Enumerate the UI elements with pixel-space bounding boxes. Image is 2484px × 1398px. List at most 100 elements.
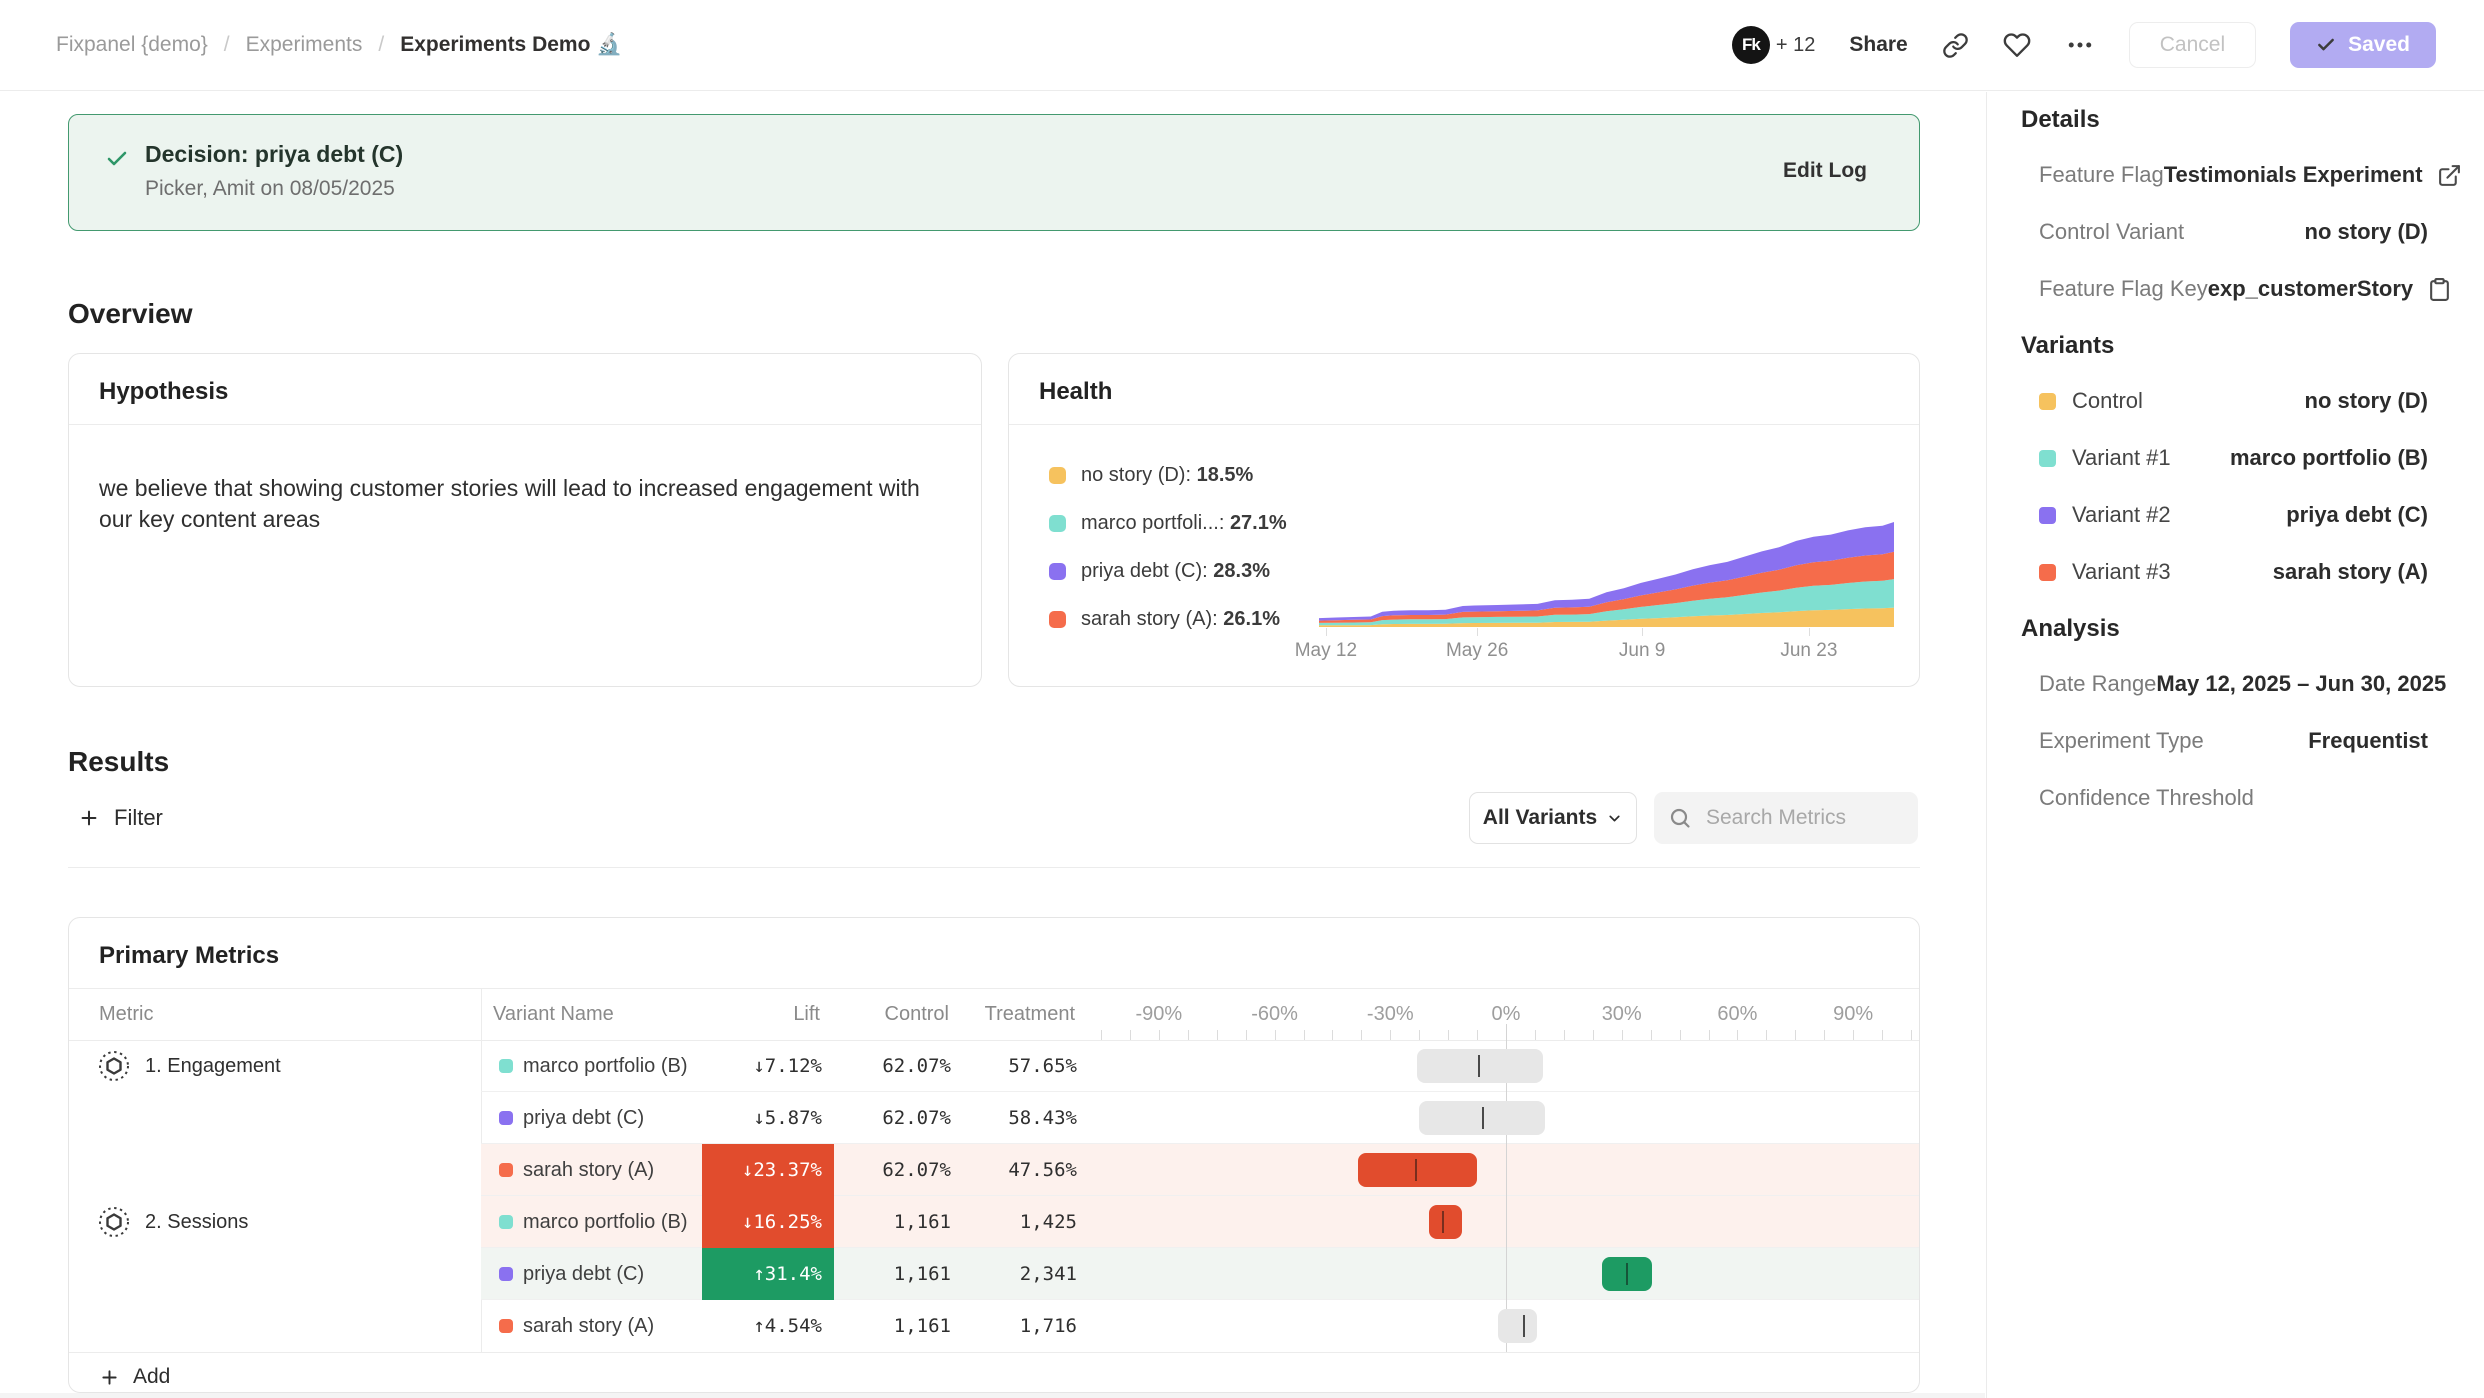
page-bottom-strip <box>0 1393 1985 1398</box>
field-label-text: Date Range <box>2039 671 2156 697</box>
field-value: Frequentist <box>2308 728 2428 754</box>
health-title: Health <box>1039 378 1112 406</box>
breadcrumb-experiments[interactable]: Experiments <box>246 33 363 57</box>
axis-minor-tick <box>1246 1030 1247 1040</box>
filter-button-label: Filter <box>114 805 163 831</box>
favorite-heart-icon[interactable] <box>2003 31 2031 59</box>
legend-pct: 27.1% <box>1230 512 1287 534</box>
breadcrumb: Fixpanel {demo} / Experiments / Experime… <box>56 33 622 57</box>
field-label-text: Control Variant <box>2039 219 2184 245</box>
metric-variant-row[interactable]: sarah story (A)↓23.37%62.07%47.56% <box>481 1144 1920 1196</box>
analysis-row: Confidence Threshold <box>2021 783 2428 813</box>
search-icon <box>1668 806 1692 830</box>
metric-variant-row[interactable]: priya debt (C)↑31.4%1,1612,341 <box>481 1248 1920 1300</box>
column-header: Metric <box>99 1004 153 1024</box>
variant-color-dot <box>499 1111 513 1125</box>
app-header: Fixpanel {demo} / Experiments / Experime… <box>0 0 2484 91</box>
lift-marker <box>1478 1055 1480 1077</box>
axis-tick-label: -30% <box>1367 1004 1414 1024</box>
metric-label[interactable]: 2. Sessions <box>97 1196 248 1248</box>
metric-variant-row[interactable]: marco portfolio (B)↓7.12%62.07%57.65% <box>481 1040 1920 1092</box>
edit-log-button[interactable]: Edit Log <box>1783 159 1867 183</box>
metric-variant-row[interactable]: priya debt (C) ↓5.87% 62.07% 58.43% <box>481 1092 1920 1144</box>
copy-icon[interactable] <box>2427 277 2452 302</box>
field-value: sarah story (A) <box>2273 559 2428 585</box>
lift-marker <box>1626 1263 1628 1285</box>
field-label-text: Feature Flag Key <box>2039 276 2208 302</box>
treatment-value: 1,716 <box>1020 1300 1077 1352</box>
analysis-heading: Analysis <box>2021 615 2428 643</box>
control-value: 1,161 <box>894 1248 951 1300</box>
axis-minor-tick <box>1622 1030 1623 1040</box>
plus-icon <box>99 1367 120 1388</box>
lift-value: ↓7.12% <box>753 1040 822 1092</box>
share-button[interactable]: Share <box>1849 33 1907 57</box>
filter-button[interactable]: Filter <box>78 792 163 844</box>
legend-swatch <box>1049 467 1066 484</box>
control-value: 62.07% <box>882 1040 951 1092</box>
cancel-button[interactable]: Cancel <box>2129 22 2256 68</box>
hypothesis-text: we believe that showing customer stories… <box>99 473 949 535</box>
x-axis-label: Jun 9 <box>1619 640 1665 662</box>
variant-name: priya debt (C) <box>523 1092 644 1144</box>
details-row: Control Variantno story (D) <box>2021 217 2428 247</box>
variants-dropdown-label: All Variants <box>1483 806 1597 830</box>
axis-minor-tick <box>1766 1030 1767 1040</box>
decision-title: Decision: priya debt (C) <box>145 141 403 168</box>
x-axis-tick <box>1809 628 1810 636</box>
add-metric-button[interactable]: Add <box>99 1360 170 1393</box>
external-link-icon[interactable] <box>2437 163 2462 188</box>
axis-tick-label: -60% <box>1251 1004 1298 1024</box>
axis-minor-tick <box>1275 1030 1276 1040</box>
legend-pct: 28.3% <box>1213 560 1270 582</box>
more-options-icon[interactable] <box>2065 30 2095 60</box>
field-label: Confidence Threshold <box>2039 785 2254 811</box>
axis-minor-tick <box>1737 1030 1738 1040</box>
axis-minor-tick <box>1188 1030 1189 1040</box>
breadcrumb-project[interactable]: Fixpanel {demo} <box>56 33 208 57</box>
axis-minor-tick <box>1101 1030 1102 1040</box>
search-metrics-box <box>1654 792 1918 844</box>
overview-heading: Overview <box>68 298 193 330</box>
axis-minor-tick <box>1130 1030 1131 1040</box>
saved-button[interactable]: Saved <box>2290 22 2436 68</box>
variants-dropdown[interactable]: All Variants <box>1469 792 1637 844</box>
axis-tick-label: -90% <box>1136 1004 1183 1024</box>
hypothesis-card: Hypothesis we believe that showing custo… <box>68 353 982 687</box>
lift-value-badge: ↓23.37% <box>702 1144 834 1196</box>
lift-marker <box>1523 1315 1525 1337</box>
field-value: priya debt (C) <box>2286 502 2428 528</box>
avatar[interactable]: Fk <box>1732 26 1770 64</box>
control-value: 62.07% <box>882 1092 951 1144</box>
field-value: no story (D) <box>2305 388 2428 414</box>
details-heading: Details <box>2021 106 2428 134</box>
variant-name: marco portfolio (B) <box>523 1196 688 1248</box>
axis-minor-tick <box>1361 1030 1362 1040</box>
column-header: Lift <box>793 1004 820 1024</box>
variants-row: Variant #2priya debt (C) <box>2021 500 2428 530</box>
field-label: Control Variant <box>2039 219 2184 245</box>
check-icon <box>2316 35 2336 55</box>
field-value-group: sarah story (A) <box>2273 559 2428 585</box>
link-icon[interactable] <box>1942 32 1969 59</box>
metric-label[interactable]: 1. Engagement <box>97 1040 281 1092</box>
search-metrics-input[interactable] <box>1704 805 1894 831</box>
decision-subtitle: Picker, Amit on 08/05/2025 <box>145 177 395 201</box>
lift-value: ↓5.87% <box>753 1092 822 1144</box>
legend-item: marco portfoli...: 27.1% <box>1049 512 1287 534</box>
confidence-interval-bar <box>1429 1205 1462 1239</box>
control-value: 1,161 <box>894 1300 951 1352</box>
analysis-row: Date RangeMay 12, 2025 – Jun 30, 2025 <box>2021 669 2428 699</box>
divider <box>69 1352 1919 1353</box>
field-label: Feature Flag <box>2039 162 2164 188</box>
metric-variant-row[interactable]: marco portfolio (B)↓16.25%1,1611,425 <box>481 1196 1920 1248</box>
axis-minor-tick <box>1680 1030 1681 1040</box>
legend-swatch <box>1049 563 1066 580</box>
collaborators: Fk + 12 <box>1732 26 1815 64</box>
column-header: Treatment <box>985 1004 1075 1024</box>
metric-variant-row[interactable]: sarah story (A)↑4.54%1,1611,716 <box>481 1300 1920 1352</box>
column-header: Control <box>885 1004 949 1024</box>
treatment-value: 58.43% <box>1008 1092 1077 1144</box>
hypothesis-title: Hypothesis <box>99 378 228 406</box>
collaborator-count: + 12 <box>1776 34 1815 57</box>
